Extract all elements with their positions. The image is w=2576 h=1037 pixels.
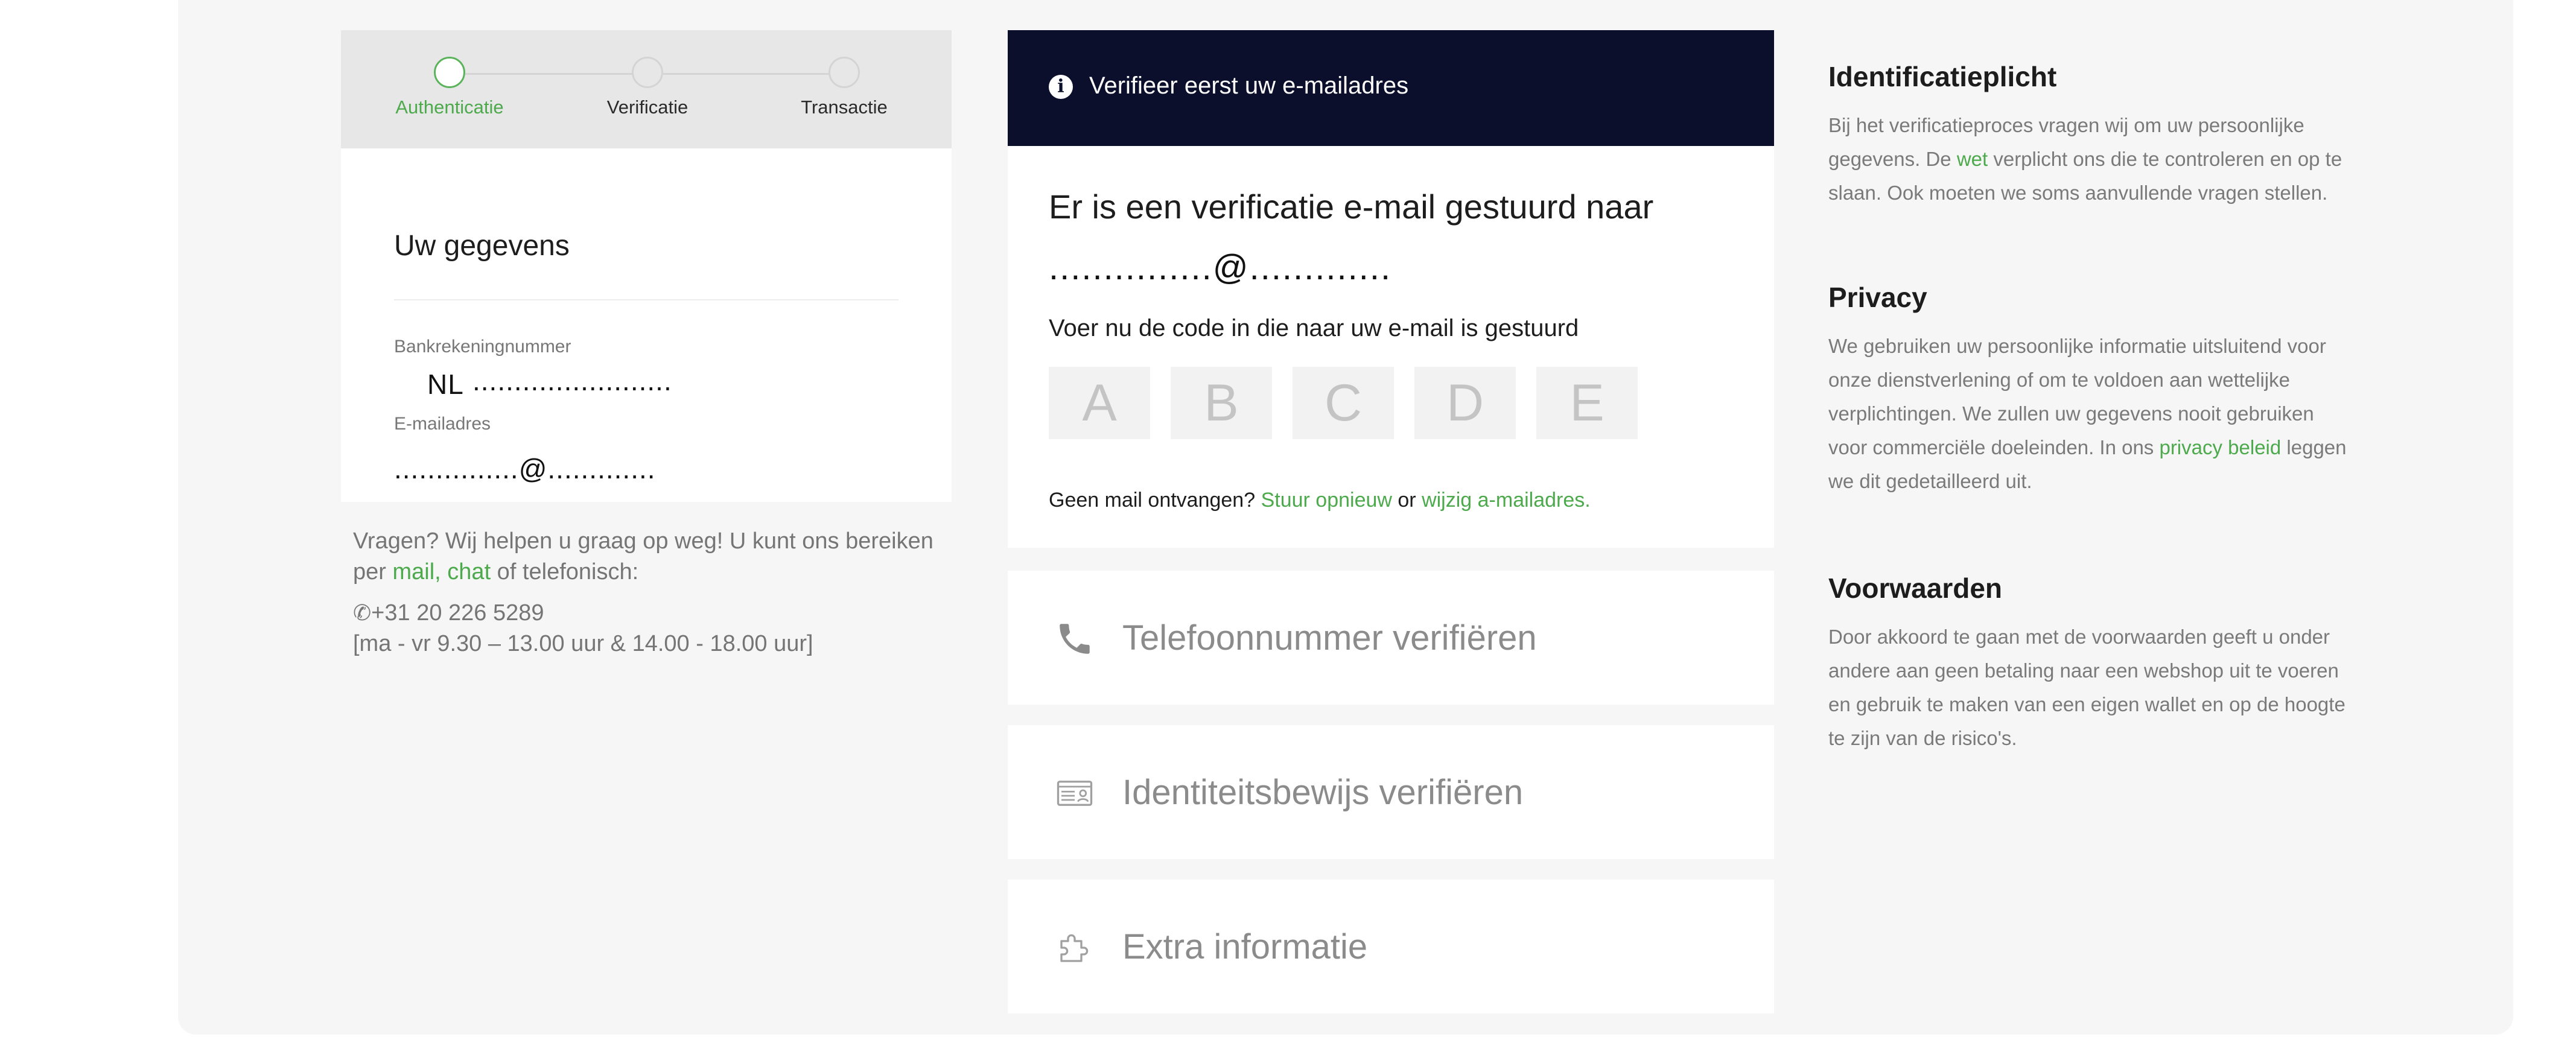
mail-link[interactable]: mail [392,559,434,585]
verification-sent-text: Er is een verificatie e-mail gestuurd na… [1049,188,1654,226]
step-label-verificatie: Verificatie [606,97,689,118]
divider [394,299,898,300]
identification-body: Bij het verificatieproces vragen wij om … [1828,109,2347,210]
change-email-link[interactable]: wijzig a-mailadres. [1422,489,1591,512]
phone-number[interactable]: +31 20 226 5289 [371,600,544,626]
help-text: Vragen? Wij helpen u graag op weg! U kun… [353,526,956,588]
or-text: or [1391,489,1422,512]
step-connector [465,73,647,75]
terms-title: Voorwaarden [1828,572,2002,604]
step-connector [663,73,844,75]
id-verification-section[interactable]: Identiteitsbewijs verifiëren [1008,725,1774,859]
extra-info-section[interactable]: Extra informatie [1008,880,1774,1013]
bank-account-prefix: NL [427,369,464,400]
verification-header: i Verifieer eerst uw e-mailadres [1008,30,1774,146]
privacy-info: Privacy We gebruiken uw persoonlijke inf… [1828,281,2347,498]
info-icon: i [1049,75,1073,99]
resend-line: Geen mail ontvangen? Stuur opnieuw or wi… [1049,489,1591,512]
phone-verification-label: Telefoonnummer verifiëren [1122,618,1537,658]
phone-small-icon: ✆ [353,600,372,625]
code-input-2[interactable]: B [1171,367,1272,439]
code-input-4[interactable]: D [1414,367,1516,439]
phone-block: ✆+31 20 226 5289 [ma - vr 9.30 – 13.00 u… [353,597,813,659]
identification-info: Identificatieplicht Bij het verificatiep… [1828,60,2347,210]
puzzle-icon [1060,934,1089,962]
id-card-icon [1057,781,1093,806]
privacy-body: We gebruiken uw persoonlijke informatie … [1828,329,2347,498]
progress-stepper: Authenticatie Verificatie Transactie [341,30,952,148]
step-dot-transactie [828,57,860,88]
bank-account-label: Bankrekeningnummer [394,337,571,357]
code-input-3[interactable]: C [1293,367,1394,439]
law-link[interactable]: wet [1957,148,1988,170]
extra-info-label: Extra informatie [1122,927,1368,966]
email-label: E-mailadres [394,414,491,434]
help-text-after: of telefonisch: [491,559,639,585]
help-comma: , [434,559,448,585]
terms-info: Voorwaarden Door akkoord te gaan met de … [1828,572,2347,755]
step-label-authenticatie: Authenticatie [395,97,504,118]
email-value: ...............@............. [394,453,656,484]
code-input-1[interactable]: A [1049,367,1150,439]
code-input-5[interactable]: E [1536,367,1638,439]
bank-account-value: ........................ [472,365,672,396]
phone-verification-section[interactable]: Telefoonnummer verifiëren [1008,571,1774,705]
resend-link[interactable]: Stuur opnieuw [1261,489,1392,512]
identification-title: Identificatieplicht [1828,61,2057,92]
step-dot-verificatie [632,57,663,88]
step-label-transactie: Transactie [801,97,888,118]
phone-icon [1060,624,1090,654]
id-verification-label: Identiteitsbewijs verifiëren [1122,773,1524,812]
step-dot-authenticatie [434,57,465,88]
details-title: Uw gegevens [394,230,570,262]
chat-link[interactable]: chat [447,559,491,585]
opening-hours: [ma - vr 9.30 – 13.00 uur & 14.00 - 18.0… [353,631,813,656]
privacy-policy-link[interactable]: privacy beleid [2159,436,2281,458]
verification-header-text: Verifieer eerst uw e-mailadres [1089,72,1409,99]
terms-body: Door akkoord te gaan met de voorwaarden … [1828,626,2345,749]
user-details-card: Authenticatie Verificatie Transactie Uw … [341,30,952,502]
privacy-title: Privacy [1828,282,1927,313]
verification-email: ...............@............. [1049,248,1392,287]
email-verification-card: i Verifieer eerst uw e-mailadres Er is e… [1008,30,1774,548]
no-mail-text: Geen mail ontvangen? [1049,489,1261,512]
code-prompt: Voer nu de code in die naar uw e-mail is… [1049,315,1579,341]
